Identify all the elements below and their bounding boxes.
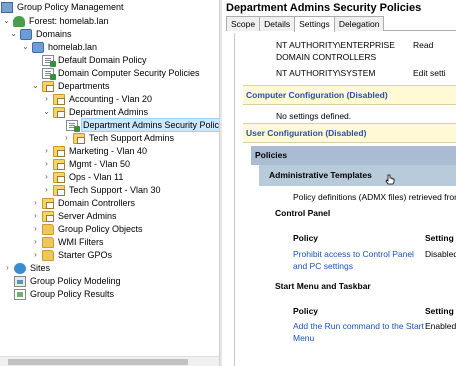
computer-config-header[interactable]: Computer Configuration (Disabled): [243, 85, 456, 105]
sites-icon: [14, 262, 26, 274]
column-header-policy: Policy: [293, 306, 319, 316]
ou-icon: [42, 197, 54, 209]
settings-report: NT AUTHORITY\ENTERPRISE DOMAIN CONTROLLE…: [234, 33, 456, 366]
chevron-right-icon[interactable]: ›: [31, 249, 40, 261]
admin-templates-header[interactable]: Administrative Templates: [259, 165, 456, 186]
chevron-right-icon[interactable]: ›: [3, 262, 12, 274]
tree-node-mgmt[interactable]: › Mgmt - Vlan 50: [42, 158, 131, 170]
tree-node-computer-policy[interactable]: Domain Computer Security Policies: [42, 67, 201, 80]
policy-link[interactable]: Add the Run command to the Start: [293, 321, 424, 331]
permission-name-cont: DOMAIN CONTROLLERS: [276, 52, 377, 62]
tab-delegation[interactable]: Delegation: [333, 16, 385, 31]
tab-scope[interactable]: Scope: [226, 16, 261, 31]
chevron-right-icon[interactable]: ›: [31, 223, 40, 235]
gpo-link-icon: [66, 119, 80, 132]
permission-value: Read: [413, 40, 434, 50]
tree-node-accounting[interactable]: › Accounting - Vlan 20: [42, 93, 153, 105]
tree-node-dept-admins-gpo[interactable]: Department Admins Security Polici: [66, 118, 219, 132]
tree-node-domain-controllers[interactable]: › Domain Controllers: [31, 197, 136, 209]
chevron-down-icon[interactable]: ⌄: [21, 41, 30, 53]
policy-link[interactable]: Prohibit access to Control Panel: [293, 249, 414, 259]
column-header-setting: Setting: [425, 306, 454, 316]
ou-icon: [53, 158, 65, 170]
chevron-down-icon[interactable]: ⌄: [2, 15, 11, 27]
forest-icon: [13, 15, 25, 27]
domains-icon: [20, 28, 32, 40]
gpo-link-icon: [42, 67, 56, 80]
permission-name: NT AUTHORITY\ENTERPRISE: [276, 40, 395, 50]
chevron-right-icon[interactable]: ›: [31, 197, 40, 209]
tree-node-domains[interactable]: ⌄ Domains: [9, 28, 73, 40]
tree-node-ops[interactable]: › Ops - Vlan 11: [42, 171, 124, 183]
policy-link-cont[interactable]: Menu: [293, 333, 314, 343]
ou-icon: [53, 145, 65, 157]
tree-node-departments[interactable]: ⌄ Departments: [31, 80, 111, 92]
column-header-policy: Policy: [293, 233, 319, 243]
tree-node-domain[interactable]: ⌄ homelab.lan: [21, 41, 98, 53]
chevron-down-icon[interactable]: ⌄: [42, 106, 51, 118]
domain-icon: [32, 41, 44, 53]
console-tree[interactable]: Group Policy Management ⌄ Forest: homelab…: [0, 0, 219, 366]
tree-node-forest[interactable]: ⌄ Forest: homelab.lan: [2, 15, 110, 27]
chevron-down-icon[interactable]: ⌄: [9, 28, 18, 40]
modeling-icon: [14, 275, 26, 287]
column-header-setting: Setting: [425, 233, 454, 243]
chevron-down-icon[interactable]: ⌄: [31, 80, 40, 92]
tree-node-sites[interactable]: › Sites: [3, 262, 51, 274]
permission-value: Edit setti: [413, 68, 446, 78]
results-icon: [14, 288, 26, 300]
no-settings-text: No settings defined.: [276, 111, 352, 121]
permission-name: NT AUTHORITY\SYSTEM: [276, 68, 376, 78]
folder-icon: [42, 249, 54, 261]
policy-link-cont[interactable]: and PC settings: [293, 261, 353, 271]
policy-setting: Enabled: [425, 321, 456, 331]
ou-icon: [53, 171, 65, 183]
ou-icon: [73, 132, 85, 144]
chevron-right-icon[interactable]: ›: [42, 93, 51, 105]
tree-node-results[interactable]: Group Policy Results: [14, 288, 115, 300]
tree-node-server-admins[interactable]: › Server Admins: [31, 210, 118, 222]
ou-icon: [53, 106, 65, 118]
chevron-right-icon[interactable]: ›: [42, 145, 51, 157]
chevron-right-icon[interactable]: ›: [42, 184, 51, 196]
policies-header[interactable]: Policies: [251, 146, 456, 165]
chevron-right-icon[interactable]: ›: [31, 210, 40, 222]
details-pane: Department Admins Security Policies Scop…: [222, 0, 456, 366]
chevron-right-icon[interactable]: ›: [42, 171, 51, 183]
tree-node-wmi-filters[interactable]: › WMI Filters: [31, 236, 105, 248]
hand-cursor-icon: [385, 174, 395, 185]
ou-icon: [42, 80, 54, 92]
ou-icon: [53, 93, 65, 105]
chevron-right-icon[interactable]: ›: [62, 132, 71, 144]
gpm-icon: [1, 1, 13, 13]
tree-node-tech-support-admins[interactable]: › Tech Support Admins: [62, 132, 175, 144]
policy-setting: Disabled: [425, 249, 456, 259]
ou-icon: [53, 184, 65, 196]
tree-node-modeling[interactable]: Group Policy Modeling: [14, 275, 122, 287]
tab-strip: Scope Details Settings Delegation: [226, 16, 456, 32]
user-config-header[interactable]: User Configuration (Disabled): [243, 123, 456, 143]
gpo-link-icon: [42, 54, 56, 67]
scrollbar-thumb[interactable]: [8, 359, 188, 365]
control-panel-header[interactable]: Control Panel: [275, 208, 331, 218]
chevron-right-icon[interactable]: ›: [42, 158, 51, 170]
start-menu-header[interactable]: Start Menu and Taskbar: [275, 281, 371, 291]
chevron-right-icon[interactable]: ›: [31, 236, 40, 248]
horizontal-scrollbar[interactable]: [0, 356, 219, 366]
tree-node-default-policy[interactable]: Default Domain Policy: [42, 54, 148, 67]
tab-settings[interactable]: Settings: [294, 16, 335, 32]
tree-node-tech-support[interactable]: › Tech Support - Vlan 30: [42, 184, 162, 196]
tree-node-starter-gpos[interactable]: › Starter GPOs: [31, 249, 113, 261]
tab-details[interactable]: Details: [259, 16, 296, 31]
tree-node-root[interactable]: Group Policy Management: [1, 1, 125, 13]
tree-node-marketing[interactable]: › Marketing - Vlan 40: [42, 145, 148, 157]
page-title: Department Admins Security Policies: [226, 2, 422, 14]
ou-icon: [42, 210, 54, 222]
folder-icon: [42, 236, 54, 248]
tree-node-gpo-objects[interactable]: › Group Policy Objects: [31, 223, 144, 235]
folder-icon: [42, 223, 54, 235]
admx-note: Policy definitions (ADMX files) retrieve…: [293, 192, 456, 202]
tree-node-dept-admins[interactable]: ⌄ Department Admins: [42, 106, 149, 118]
